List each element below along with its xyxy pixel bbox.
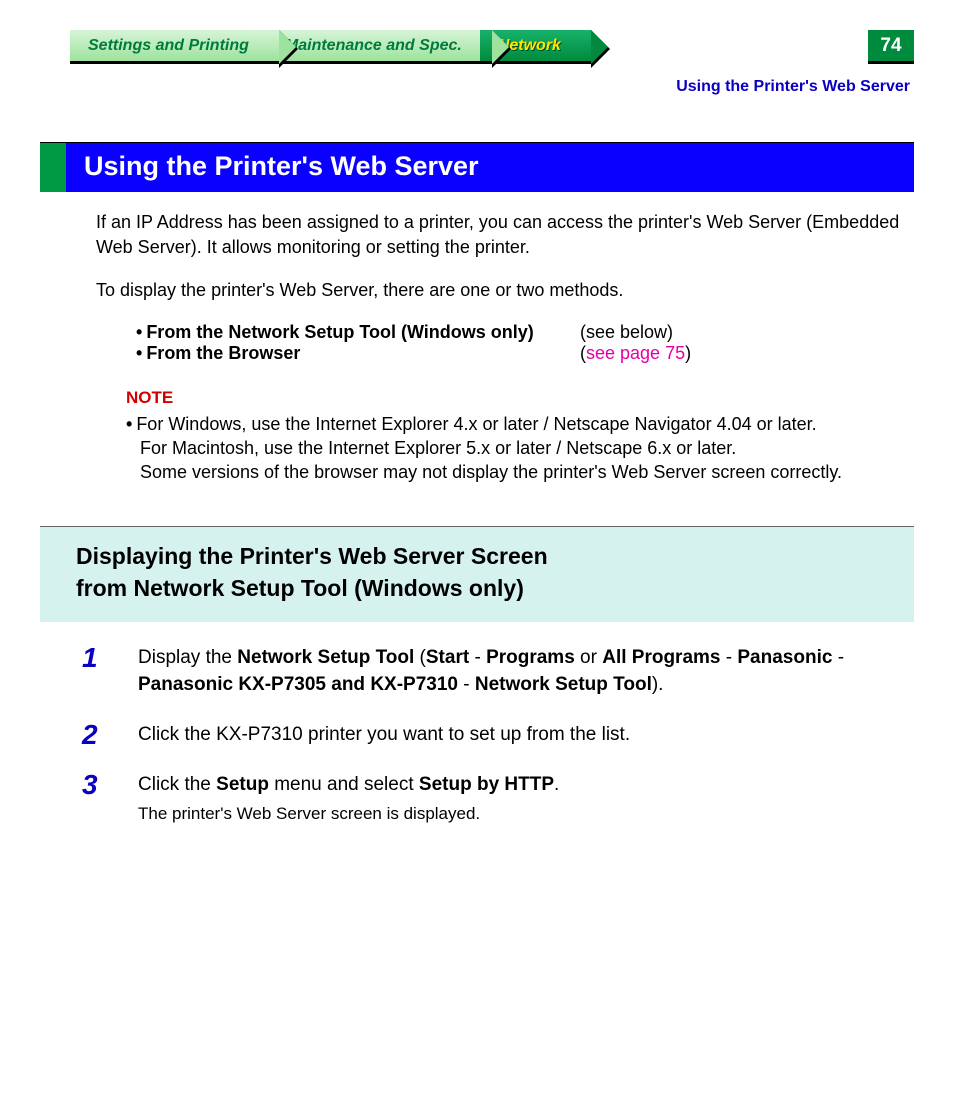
step-subtext: The printer's Web Server screen is displ…: [138, 802, 559, 827]
page-title-bar: Using the Printer's Web Server: [40, 142, 914, 192]
step-body: Click the Setup menu and select Setup by…: [138, 771, 559, 827]
tab-label: Settings and Printing: [88, 37, 249, 55]
note-label: NOTE: [126, 388, 914, 408]
intro-paragraph-1: If an IP Address has been assigned to a …: [96, 210, 906, 260]
step-number: 3: [82, 771, 110, 827]
method-item: •From the Browser (see page 75): [136, 343, 914, 364]
tab-label: Maintenance and Spec.: [285, 37, 462, 55]
page-title: Using the Printer's Web Server: [66, 143, 914, 192]
step-body: Click the KX-P7310 printer you want to s…: [138, 721, 630, 749]
page-link[interactable]: see page 75: [586, 343, 685, 363]
tab-bar: Settings and Printing Maintenance and Sp…: [70, 30, 914, 64]
step-number: 1: [82, 644, 110, 699]
breadcrumb[interactable]: Using the Printer's Web Server: [40, 78, 910, 96]
bullet-icon: •: [136, 322, 142, 342]
page-number: 74: [868, 30, 914, 64]
methods-list: •From the Network Setup Tool (Windows on…: [136, 322, 914, 364]
step-item: 2 Click the KX-P7310 printer you want to…: [82, 721, 914, 749]
step-item: 1 Display the Network Setup Tool (Start …: [82, 644, 914, 699]
note-body: •For Windows, use the Internet Explorer …: [126, 412, 914, 485]
method-aside: (see page 75): [580, 343, 691, 364]
step-item: 3 Click the Setup menu and select Setup …: [82, 771, 914, 827]
section-heading: Displaying the Printer's Web Server Scre…: [40, 526, 914, 621]
intro-paragraph-2: To display the printer's Web Server, the…: [96, 278, 906, 303]
steps-list: 1 Display the Network Setup Tool (Start …: [82, 644, 914, 827]
bullet-icon: •: [126, 414, 132, 434]
step-body: Display the Network Setup Tool (Start - …: [138, 644, 878, 699]
tab-settings[interactable]: Settings and Printing: [70, 30, 279, 64]
tab-maintenance[interactable]: Maintenance and Spec.: [267, 30, 492, 64]
title-accent: [40, 143, 66, 192]
bullet-icon: •: [136, 343, 142, 363]
step-number: 2: [82, 721, 110, 749]
method-item: •From the Network Setup Tool (Windows on…: [136, 322, 914, 343]
method-aside: (see below): [580, 322, 673, 343]
